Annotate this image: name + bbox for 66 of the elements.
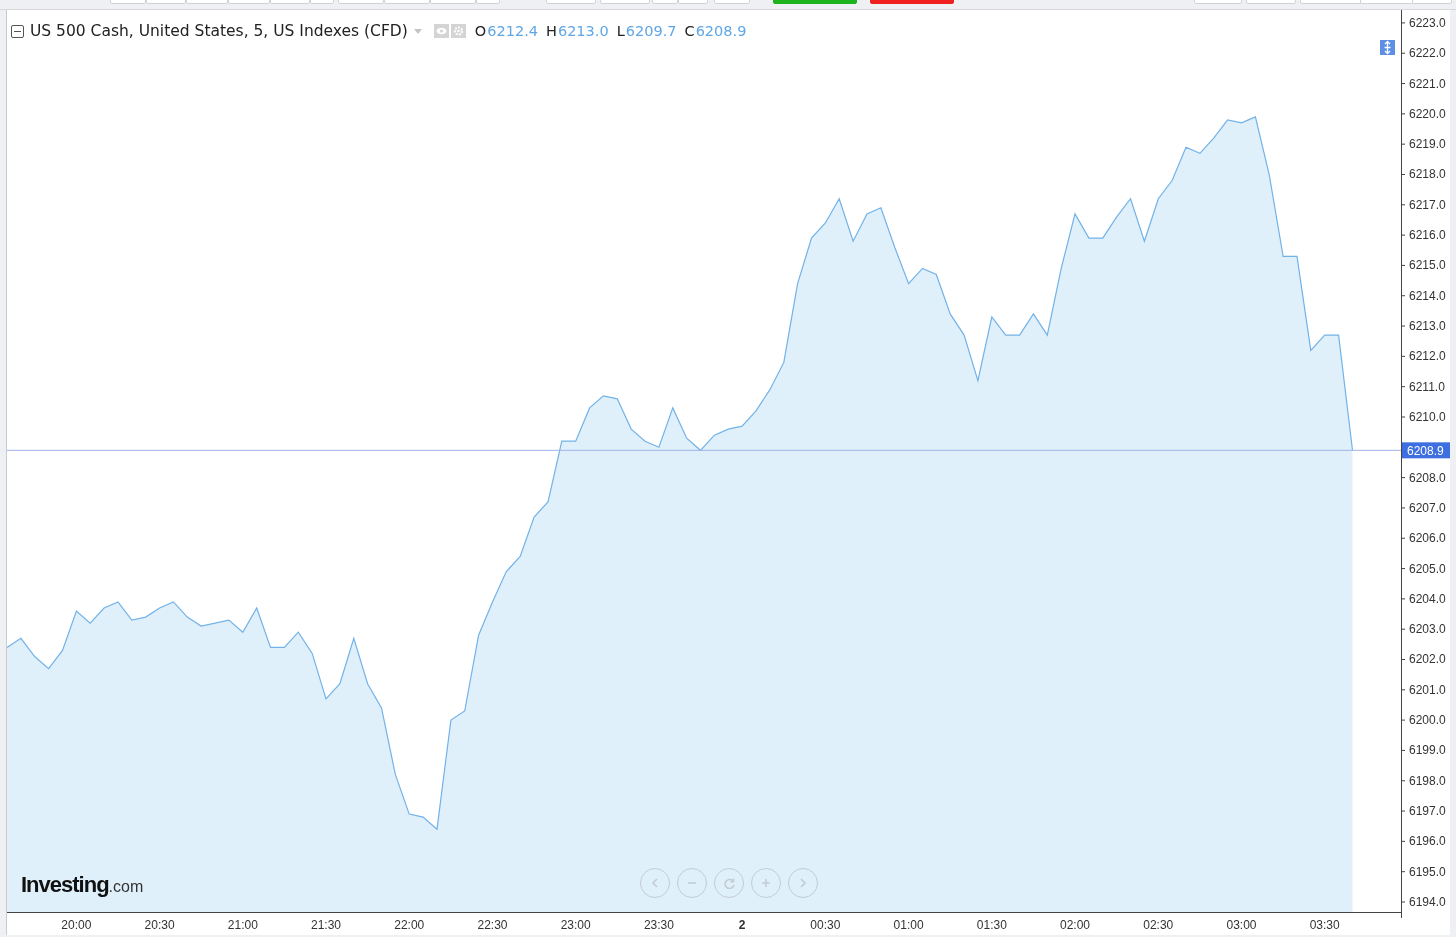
- axis-label: 6214.0: [1409, 288, 1446, 303]
- axis-label: 6210.0: [1409, 410, 1446, 424]
- axis-label: 01:00: [893, 918, 924, 932]
- axis-label: 6218.0: [1409, 167, 1446, 182]
- axis-label: 23:00: [560, 918, 591, 932]
- chevron-right-icon: [800, 878, 806, 888]
- axis-label: 20:00: [61, 918, 92, 932]
- axis-label: 20:30: [144, 918, 175, 932]
- axis-label: 6213.0: [1409, 319, 1446, 334]
- ohlc-value: 6212.4: [487, 23, 538, 39]
- axis-label: 6222.0: [1409, 46, 1446, 61]
- axis-label: 6203.0: [1409, 622, 1446, 637]
- axis-label: 6206.0: [1409, 531, 1446, 546]
- caret-icon[interactable]: [413, 28, 422, 34]
- axis-label: 2: [738, 918, 746, 932]
- axis-label: 03:30: [1309, 918, 1340, 932]
- axis-label: 21:00: [227, 918, 258, 932]
- ohlc-value: 6208.9: [695, 23, 747, 39]
- axis-label: 6211.0: [1409, 379, 1445, 394]
- axis-label: 6217.0: [1409, 197, 1446, 212]
- axis-label: 6219.0: [1409, 137, 1446, 152]
- axis-label: 00:30: [810, 918, 841, 932]
- axis-label: 6195.0: [1409, 864, 1446, 879]
- plus-icon: [761, 878, 771, 888]
- axis-label: 6212.0: [1409, 349, 1446, 364]
- axis-label: 6201.0: [1409, 682, 1446, 697]
- logo-suffix: .com: [108, 878, 144, 895]
- axis-label: 6194.0: [1409, 895, 1446, 909]
- axis-label: 6223.0: [1409, 15, 1446, 30]
- axis-label: 02:00: [1060, 918, 1091, 932]
- ohlc-label: H: [546, 23, 557, 39]
- ohlc-value: 6209.7: [625, 23, 677, 39]
- refresh-icon: [723, 877, 735, 889]
- axis-label: 03:00: [1226, 918, 1257, 932]
- logo-text: Investing: [21, 872, 109, 898]
- axis-label: 6205.0: [1409, 561, 1446, 576]
- axis-label: 6198.0: [1409, 773, 1446, 788]
- axis-label: 01:30: [976, 918, 1007, 932]
- axis-label: 02:30: [1143, 918, 1174, 932]
- settings-icon[interactable]: [450, 24, 466, 38]
- axis-label: 22:00: [394, 918, 425, 932]
- axis-label: 6208.0: [1409, 470, 1446, 485]
- axis-label: 21:30: [311, 918, 342, 932]
- axis-label: 6199.0: [1409, 743, 1446, 758]
- axis-label: 6204.0: [1409, 591, 1446, 606]
- axis-label: 6220.0: [1409, 106, 1446, 121]
- ohlc-label: L: [616, 23, 625, 39]
- axis-label: 6197.0: [1409, 804, 1446, 819]
- axis-label: 6216.0: [1409, 228, 1446, 243]
- ohlc-value: 6213.0: [557, 23, 609, 39]
- axis-label: 6196.0: [1409, 834, 1446, 849]
- axis-label: 6215.0: [1409, 258, 1446, 273]
- axis-label: 6207.0: [1409, 500, 1446, 515]
- eye-icon[interactable]: [433, 24, 449, 38]
- ohlc-label: O: [474, 23, 487, 39]
- chart-title: US 500 Cash, United States, 5, US Indexes (CFD): [30, 22, 408, 40]
- axis-label: 6202.0: [1409, 652, 1446, 667]
- arrows-icon[interactable]: [1380, 40, 1395, 55]
- chevron-left-icon: [652, 878, 658, 888]
- axis-label: 23:30: [643, 918, 674, 932]
- axis-label: 22:30: [477, 918, 508, 932]
- ohlc-label: C: [684, 23, 695, 39]
- axis-label: 6200.0: [1409, 713, 1446, 728]
- axis-label: 6221.0: [1409, 76, 1446, 91]
- price-tag: 6208.9: [1402, 442, 1450, 459]
- collapse-icon[interactable]: [11, 24, 24, 38]
